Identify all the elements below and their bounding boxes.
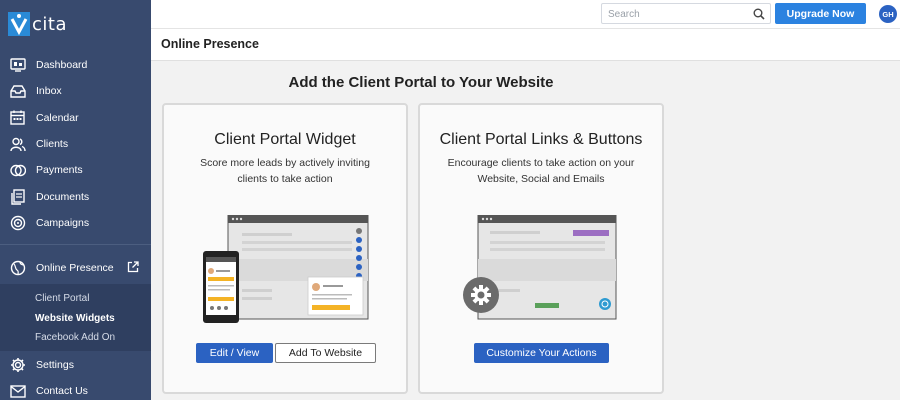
links-buttons-illustration xyxy=(463,215,617,320)
sidebar-item-settings[interactable]: Settings xyxy=(0,352,151,378)
logo-mark xyxy=(8,12,30,36)
client-portal-links-card: Client Portal Links & Buttons Encourage … xyxy=(418,103,664,394)
upgrade-now-button[interactable]: Upgrade Now xyxy=(775,3,866,24)
logo-text: cita xyxy=(32,13,67,35)
main-nav: Dashboard Inbox Calendar Clients Payment… xyxy=(0,52,151,236)
widget-illustration xyxy=(203,215,369,323)
card-title: Client Portal Widget xyxy=(214,131,356,148)
mail-icon xyxy=(9,383,26,400)
sidebar-item-documents[interactable]: Documents xyxy=(0,183,151,209)
sidebar-item-contact-us[interactable]: Contact Us xyxy=(0,378,151,400)
section-heading: Add the Client Portal to Your Website xyxy=(288,74,554,91)
sidebar-item-label: Campaigns xyxy=(36,216,90,229)
clients-icon xyxy=(9,136,26,153)
sidebar-item-calendar[interactable]: Calendar xyxy=(0,105,151,131)
globe-icon xyxy=(9,260,26,277)
add-to-website-button[interactable]: Add To Website xyxy=(275,343,376,363)
page-title: Online Presence xyxy=(161,37,259,51)
subnav-item-website-widgets[interactable]: Website Widgets xyxy=(0,309,151,329)
card-description: Encourage clients to take action on your… xyxy=(447,157,635,185)
sidebar-item-label: Contact Us xyxy=(36,385,88,398)
avatar[interactable]: GH xyxy=(879,5,897,23)
page-header: Online Presence xyxy=(151,28,900,61)
search-box xyxy=(601,3,771,24)
external-link-icon[interactable] xyxy=(127,261,139,276)
documents-icon xyxy=(9,188,26,205)
customize-your-actions-button[interactable]: Customize Your Actions xyxy=(474,343,609,363)
edit-view-button[interactable]: Edit / View xyxy=(196,343,273,363)
payments-icon xyxy=(9,162,26,179)
subnav-item-facebook-add-on[interactable]: Facebook Add On xyxy=(0,328,151,348)
card-title: Client Portal Links & Buttons xyxy=(439,131,643,148)
sidebar-item-payments[interactable]: Payments xyxy=(0,157,151,183)
sidebar-item-clients[interactable]: Clients xyxy=(0,131,151,157)
online-presence-subnav: Client Portal Website Widgets Facebook A… xyxy=(0,284,151,351)
card-description: Score more leads by actively inviting cl… xyxy=(200,157,370,185)
sidebar-item-campaigns[interactable]: Campaigns xyxy=(0,210,151,236)
sidebar-item-label: Documents xyxy=(36,190,90,203)
sidebar-item-label: Inbox xyxy=(36,85,62,98)
campaigns-icon xyxy=(9,214,26,231)
search-input[interactable] xyxy=(602,5,742,24)
sidebar-item-label: Payments xyxy=(36,164,83,177)
bottom-nav: Settings Contact Us xyxy=(0,352,151,400)
subnav-item-client-portal[interactable]: Client Portal xyxy=(0,289,151,309)
sidebar: cita Dashboard Inbox Calendar Clients Pa… xyxy=(0,0,151,400)
sidebar-divider xyxy=(0,244,151,245)
sidebar-item-inbox[interactable]: Inbox xyxy=(0,78,151,104)
inbox-icon xyxy=(9,83,26,100)
sidebar-item-label: Dashboard xyxy=(36,59,88,72)
sidebar-item-label: Online Presence xyxy=(36,262,114,274)
gear-icon xyxy=(9,357,26,374)
topbar: Upgrade Now GH xyxy=(151,0,900,28)
client-portal-widget-card: Client Portal Widget Score more leads by… xyxy=(162,103,408,394)
search-icon[interactable] xyxy=(753,7,765,25)
calendar-icon xyxy=(9,109,26,126)
sidebar-item-online-presence[interactable]: Online Presence xyxy=(0,254,151,282)
sidebar-item-dashboard[interactable]: Dashboard xyxy=(0,52,151,78)
sidebar-item-label: Clients xyxy=(36,138,69,151)
vcita-logo[interactable]: cita xyxy=(8,11,67,37)
dashboard-icon xyxy=(9,57,26,74)
sidebar-item-label: Calendar xyxy=(36,111,79,124)
sidebar-item-label: Settings xyxy=(36,359,74,372)
